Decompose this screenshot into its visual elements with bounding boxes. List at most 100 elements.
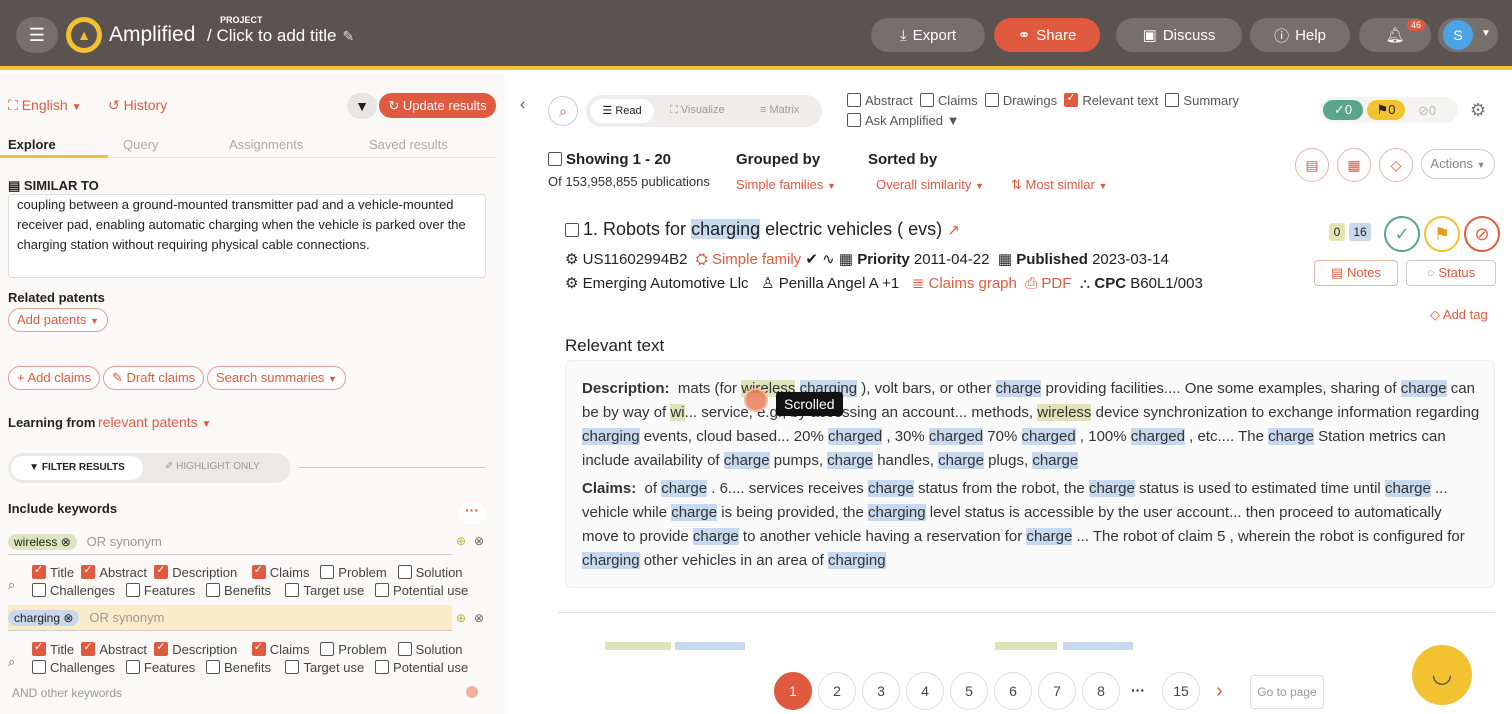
publication-number[interactable]: US11602994B2	[583, 251, 688, 268]
summary-option-checkbox[interactable]	[1165, 93, 1180, 107]
visualize-view-button[interactable]: ⛶ Visualize	[670, 104, 725, 117]
relevant-count-badge[interactable]: ✓0	[1323, 100, 1363, 120]
page-6-button[interactable]: 6	[994, 672, 1032, 710]
assignee[interactable]: Emerging Automotive Llc	[583, 275, 749, 292]
remove-icon[interactable]: ⊗	[474, 611, 484, 625]
close-icon[interactable]: ⊗	[63, 611, 73, 625]
select-all-checkbox[interactable]	[548, 152, 562, 166]
target-use-checkbox[interactable]	[285, 583, 300, 597]
collapse-chevron-icon[interactable]: ‹	[520, 96, 525, 114]
pdf-link[interactable]: PDF	[1041, 275, 1071, 292]
similar-text[interactable]: coupling between a ground-mounted transm…	[17, 197, 466, 252]
problem-checkbox[interactable]	[320, 565, 335, 579]
synonym-input[interactable]: OR synonym	[89, 610, 164, 625]
menu-icon[interactable]: ☰	[16, 17, 58, 53]
page-8-button[interactable]: 8	[1082, 672, 1120, 710]
page-4-button[interactable]: 4	[906, 672, 944, 710]
status-button[interactable]: ○ Status	[1406, 260, 1496, 286]
close-icon[interactable]: ⊗	[61, 535, 71, 549]
add-claims-button[interactable]: + Add claims	[8, 366, 101, 390]
abstract-checkbox[interactable]	[81, 640, 96, 656]
similar-to-textarea[interactable]: coupling between a ground-mounted transm…	[8, 194, 486, 278]
benefits-checkbox[interactable]	[206, 583, 221, 597]
filter-icon[interactable]: ▼	[347, 93, 377, 119]
solution-checkbox[interactable]	[397, 642, 412, 656]
benefits-checkbox[interactable]	[206, 660, 221, 674]
title-checkbox[interactable]	[32, 563, 46, 579]
ask-amplified-option[interactable]: Ask Amplified ▼	[847, 113, 960, 128]
page-15-button[interactable]: 15	[1162, 672, 1200, 710]
cpc-code[interactable]: B60L1/003	[1130, 275, 1203, 292]
help-button[interactable]: ⓘ Help	[1250, 18, 1350, 52]
result-title[interactable]: 1. Robots for charging electric vehicles…	[565, 219, 960, 240]
problem-checkbox[interactable]	[320, 642, 335, 656]
pencil-icon[interactable]: ✎	[342, 28, 354, 44]
read-view-button[interactable]: ☰ Read	[590, 99, 654, 123]
hidden-count-badge[interactable]: ⊘0	[1418, 103, 1436, 119]
add-icon[interactable]: ⊕	[456, 534, 466, 548]
history-link[interactable]: ↺ History	[108, 97, 167, 114]
target-use-checkbox[interactable]	[285, 660, 300, 674]
challenges-checkbox[interactable]	[32, 583, 46, 597]
flag-icon[interactable]: ⚑	[1424, 216, 1460, 252]
tab-assignments[interactable]: Assignments	[229, 137, 303, 152]
project-title-text[interactable]: / Click to add title	[207, 26, 336, 45]
filter-results-option[interactable]: ▼ FILTER RESULTS	[11, 456, 143, 480]
learning-from-selector[interactable]: relevant patents ▼	[98, 414, 211, 430]
notes-button[interactable]: ▤ Notes	[1314, 260, 1398, 286]
tab-query[interactable]: Query	[123, 137, 158, 152]
claims-graph-link[interactable]: Claims graph	[928, 275, 1016, 292]
page-2-button[interactable]: 2	[818, 672, 856, 710]
result-checkbox[interactable]	[565, 223, 579, 237]
claims-option-checkbox[interactable]	[919, 93, 934, 107]
more-options-button[interactable]: ···	[458, 502, 486, 524]
abstract-option-checkbox[interactable]	[847, 93, 861, 107]
ask-amplified-checkbox[interactable]	[847, 113, 861, 127]
features-checkbox[interactable]	[125, 583, 140, 597]
search-summaries-button[interactable]: Search summaries ▼	[207, 366, 346, 390]
language-selector[interactable]: ⛶ English ▼	[8, 97, 81, 114]
tag-icon[interactable]: ◇	[1379, 148, 1413, 182]
gear-icon[interactable]: ⚙	[1470, 100, 1486, 121]
inventor[interactable]: Penilla Angel A +1	[779, 275, 900, 292]
tab-explore[interactable]: Explore	[8, 137, 56, 152]
and-other-keywords-input[interactable]: AND other keywords	[12, 686, 122, 700]
add-icon[interactable]: ⊕	[456, 611, 466, 625]
page-7-button[interactable]: 7	[1038, 672, 1076, 710]
page-1-button[interactable]: 1	[774, 672, 812, 710]
claims-checkbox[interactable]	[251, 563, 266, 579]
features-checkbox[interactable]	[125, 660, 140, 674]
keyword-chip[interactable]: charging ⊗	[8, 610, 80, 626]
description-checkbox[interactable]	[154, 563, 169, 579]
drawings-option-checkbox[interactable]	[984, 93, 999, 107]
page-3-button[interactable]: 3	[862, 672, 900, 710]
page-5-button[interactable]: 5	[950, 672, 988, 710]
chevron-down-icon[interactable]: ▼	[1481, 28, 1491, 39]
next-page-chevron-icon[interactable]: ›	[1216, 680, 1223, 703]
export-button[interactable]: ⤓ Export	[871, 18, 985, 52]
highlight-only-option[interactable]: ✐ HIGHLIGHT ONLY	[165, 461, 260, 472]
search-icon[interactable]: ⌕	[548, 96, 578, 126]
sorted-by-select[interactable]: Overall similarity ▼	[876, 177, 984, 192]
grouped-by-select[interactable]: Simple families ▼	[736, 177, 836, 192]
discuss-button[interactable]: ▣ Discuss	[1116, 18, 1242, 52]
add-tag-link[interactable]: ◇ Add tag	[1430, 307, 1488, 323]
potential-use-checkbox[interactable]	[375, 660, 390, 674]
hide-eye-icon[interactable]: ⊘	[1464, 216, 1500, 252]
solution-checkbox[interactable]	[397, 565, 412, 579]
remove-icon[interactable]: ⊗	[474, 534, 484, 548]
description-checkbox[interactable]	[154, 640, 169, 656]
actions-button[interactable]: Actions ▼	[1421, 149, 1495, 179]
tab-saved-results[interactable]: Saved results	[369, 137, 448, 152]
relevant-text-option-checkbox[interactable]	[1064, 91, 1079, 107]
keyword-chip[interactable]: wireless ⊗	[8, 534, 77, 550]
chat-support-icon[interactable]: ◡	[1412, 645, 1472, 705]
assign-icon[interactable]: ▦	[1337, 148, 1371, 182]
avatar[interactable]: S	[1443, 20, 1473, 50]
mark-relevant-check-icon[interactable]: ✓	[1384, 216, 1420, 252]
sort-order-select[interactable]: ⇅ Most similar ▼	[1011, 177, 1107, 193]
simple-family-link[interactable]: Simple family	[712, 251, 801, 268]
report-icon[interactable]: ▤	[1295, 148, 1329, 182]
potential-use-checkbox[interactable]	[375, 583, 390, 597]
add-patents-button[interactable]: Add patents ▼	[8, 308, 108, 332]
